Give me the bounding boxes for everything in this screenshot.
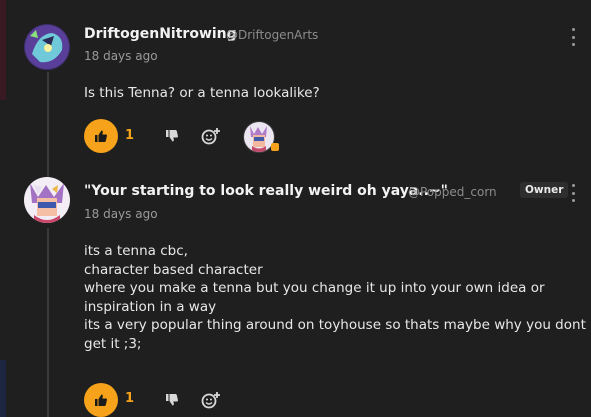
avatar[interactable] bbox=[24, 24, 70, 70]
comment-timestamp[interactable]: 18 days ago bbox=[84, 49, 158, 63]
comment-line: Is this Tenna? or a tenna lookalike? bbox=[84, 85, 320, 101]
thumbs-up-icon bbox=[95, 130, 107, 142]
comment-line: its a tenna cbc, bbox=[84, 243, 188, 259]
comment-handle[interactable]: @DriftogenArts bbox=[226, 28, 318, 42]
like-count: 1 bbox=[125, 128, 135, 143]
thumbs-down-icon bbox=[166, 130, 178, 142]
dislike-button[interactable] bbox=[163, 391, 181, 409]
reaction-emoji-icon bbox=[271, 143, 279, 151]
comment-line: character based character bbox=[84, 261, 263, 278]
add-reaction-button[interactable] bbox=[200, 126, 222, 146]
comment-line: its a very popular thing around on toyho… bbox=[84, 317, 586, 333]
add-reaction-icon bbox=[201, 392, 220, 409]
more-options-icon[interactable] bbox=[569, 184, 577, 202]
thread-line bbox=[47, 228, 49, 417]
comment-line: get it ;3; bbox=[84, 335, 142, 352]
add-reaction-button[interactable] bbox=[200, 390, 222, 410]
comment-body: Is this Tenna? or a tenna lookalike? bbox=[84, 84, 320, 103]
left-edge-strip bbox=[0, 0, 6, 100]
comment-handle[interactable]: @Popped_corn bbox=[408, 185, 497, 199]
left-edge-strip-lower bbox=[0, 360, 6, 417]
add-reaction-icon bbox=[201, 128, 220, 145]
comment-timestamp[interactable]: 18 days ago bbox=[84, 207, 158, 221]
comment-author[interactable]: DriftogenNitrowing bbox=[84, 26, 237, 42]
comment-author[interactable]: "Your starting to look really weird oh y… bbox=[84, 183, 448, 199]
comment-line: inspiration in a way bbox=[84, 298, 217, 315]
comment-line: where you make a tenna but you change it… bbox=[84, 280, 545, 296]
thread-line bbox=[47, 72, 49, 178]
like-count: 1 bbox=[125, 391, 135, 406]
comment-body: its a tenna cbc, character based charact… bbox=[84, 242, 586, 353]
more-options-icon[interactable] bbox=[569, 28, 577, 46]
thumbs-down-icon bbox=[166, 394, 178, 406]
like-button[interactable] bbox=[84, 119, 118, 153]
thumbs-up-icon bbox=[95, 394, 107, 406]
dislike-button[interactable] bbox=[163, 127, 181, 145]
avatar[interactable] bbox=[24, 177, 70, 223]
owner-badge: Owner bbox=[520, 182, 569, 198]
like-button[interactable] bbox=[84, 383, 118, 417]
